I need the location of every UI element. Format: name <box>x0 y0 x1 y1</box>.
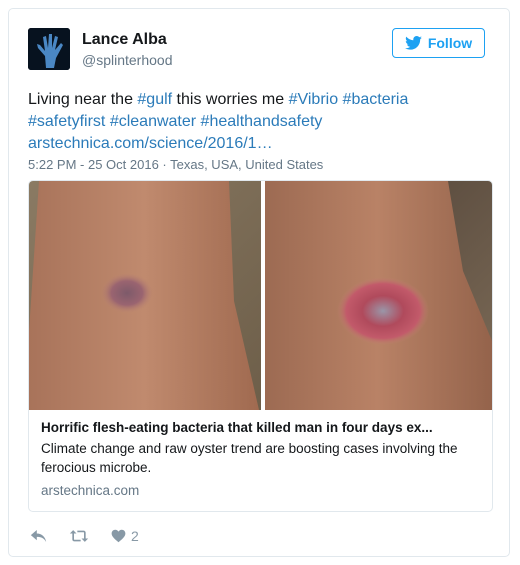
reply-icon <box>30 530 47 542</box>
follow-button[interactable]: Follow <box>392 28 485 58</box>
card-domain: arstechnica.com <box>41 483 140 498</box>
article-link[interactable]: arstechnica.com/science/2016/1… <box>28 135 273 152</box>
timestamp[interactable]: 5:22 PM - 25 Oct 2016 <box>28 157 159 172</box>
location[interactable]: Texas, USA, United States <box>170 157 323 172</box>
tweet-text: Living near the #gulf this worries me #V… <box>28 89 498 155</box>
card-title: Horrific flesh-eating bacteria that kill… <box>41 420 433 435</box>
card-description: Climate change and raw oyster trend are … <box>41 441 458 475</box>
tweet-actions: 2 <box>30 528 139 544</box>
meta-separator: · <box>158 157 171 172</box>
retweet-icon <box>69 530 89 542</box>
user-handle[interactable]: @splinterhood <box>82 52 173 68</box>
hashtag-gulf[interactable]: #gulf <box>137 91 172 108</box>
hashtag-safetyfirst[interactable]: #safetyfirst <box>28 113 105 130</box>
avatar-hand-image <box>28 28 70 70</box>
twitter-bird-icon <box>404 36 422 50</box>
retweet-button[interactable] <box>69 529 89 543</box>
tweet-meta: 5:22 PM - 25 Oct 2016 · Texas, USA, Unit… <box>28 157 323 172</box>
user-name[interactable]: Lance Alba <box>82 31 167 49</box>
left-leg-photo <box>29 181 263 410</box>
heart-icon <box>111 529 126 543</box>
follow-label: Follow <box>427 35 473 51</box>
link-card[interactable]: Horrific flesh-eating bacteria that kill… <box>28 180 493 512</box>
image-divider <box>261 181 265 410</box>
reply-button[interactable] <box>30 529 47 543</box>
hashtag-vibrio[interactable]: #Vibrio <box>289 91 339 108</box>
like-count: 2 <box>131 528 139 544</box>
avatar[interactable] <box>28 28 70 70</box>
tweet-text-part: this worries me <box>172 91 289 108</box>
like-button[interactable]: 2 <box>111 528 139 544</box>
hashtag-healthandsafety[interactable]: #healthandsafety <box>201 113 323 130</box>
hashtag-bacteria[interactable]: #bacteria <box>343 91 409 108</box>
tweet-text-part: Living near the <box>28 91 138 108</box>
tweet-card: Lance Alba @splinterhood Follow Living n… <box>8 8 510 557</box>
card-image[interactable] <box>29 181 492 410</box>
hashtag-cleanwater[interactable]: #cleanwater <box>110 113 196 130</box>
card-body[interactable]: Horrific flesh-eating bacteria that kill… <box>29 410 492 508</box>
right-leg-photo <box>263 181 492 410</box>
